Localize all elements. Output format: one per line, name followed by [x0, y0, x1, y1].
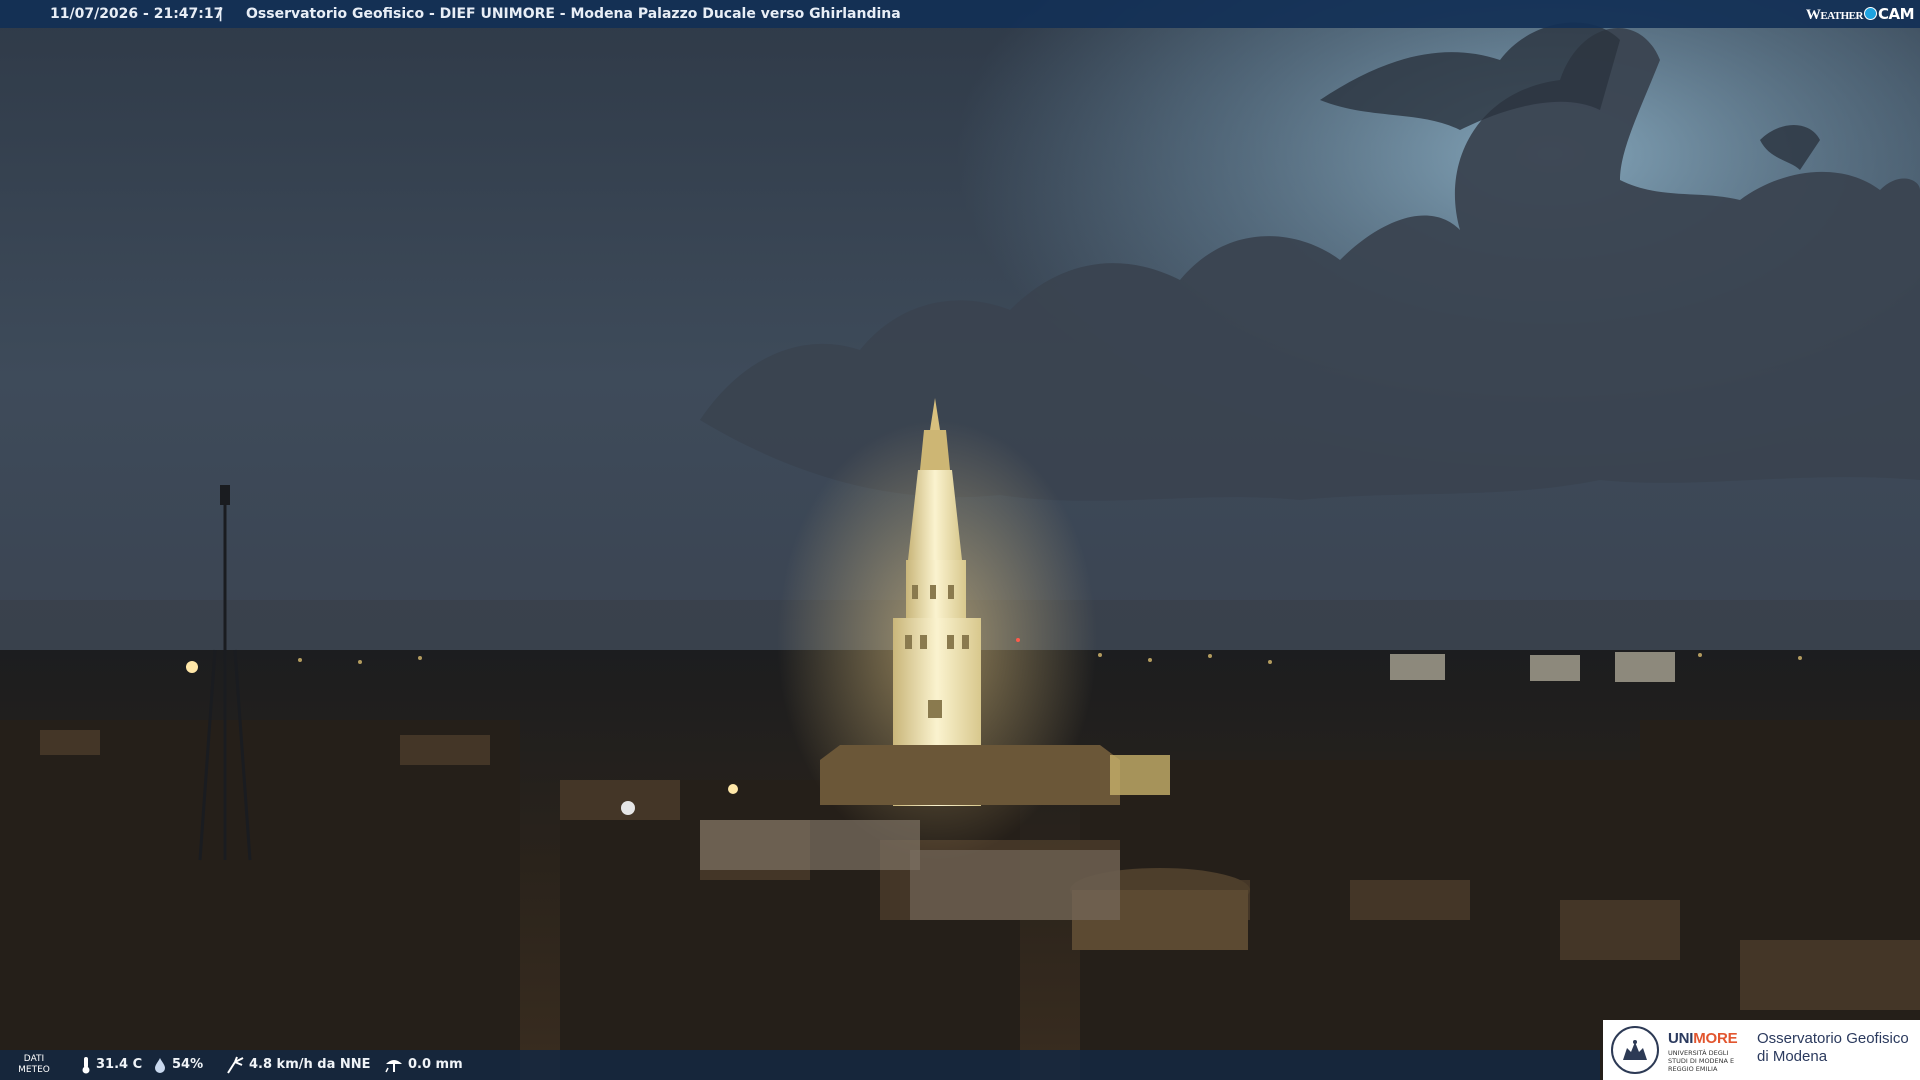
humidity-drop-icon	[155, 1058, 165, 1073]
temperature-reading: 31.4 C	[80, 1050, 142, 1080]
wind-reading: 4.8 km/h da NNE	[225, 1050, 371, 1080]
rain-gauge-icon	[385, 1060, 402, 1073]
unimore-logo: UNIMORE UNIVERSITÀ DEGLI STUDI DI MODENA…	[1603, 1020, 1920, 1080]
unimore-uni: UNI	[1668, 1030, 1694, 1047]
temperature-value: 31.4 C	[96, 1057, 143, 1072]
meteo-label-line1: DATI	[23, 1054, 45, 1064]
observatory-line2: di Modena	[1757, 1048, 1828, 1065]
top-info-bar: 11/07/2026 - 21:47:17 | Osservatorio Geo…	[0, 0, 1920, 28]
brand-cam-text: CAM	[1877, 5, 1915, 23]
brand-weather-text: Weather	[1805, 7, 1864, 23]
meteo-label-line2: METEO	[18, 1065, 50, 1075]
university-seal-icon	[1611, 1026, 1659, 1074]
thermometer-icon	[82, 1057, 90, 1074]
camera-title: Osservatorio Geofisico - DIEF UNIMORE - …	[246, 6, 901, 22]
rain-value: 0.0 mm	[408, 1057, 463, 1072]
wind-value: 4.8 km/h da NNE	[249, 1057, 371, 1072]
rain-reading: 0.0 mm	[384, 1050, 463, 1080]
humidity-reading: 54%	[152, 1050, 203, 1080]
unimore-wordmark: UNIMORE	[1668, 1030, 1738, 1047]
timestamp: 11/07/2026 - 21:47:17	[50, 6, 224, 22]
title-separator: |	[218, 6, 224, 22]
wind-icon	[227, 1056, 244, 1074]
unimore-more: MORE	[1693, 1030, 1738, 1047]
humidity-value: 54%	[172, 1057, 204, 1072]
webcam-image	[0, 0, 1920, 1080]
observatory-line1: Osservatorio Geofisico	[1757, 1030, 1909, 1047]
unimore-subtitle: UNIVERSITÀ DEGLI STUDI DI MODENA E REGGI…	[1668, 1049, 1735, 1073]
weathercam-logo: Weather CAM	[1805, 0, 1915, 28]
brand-dot-icon	[1863, 7, 1877, 20]
observatory-name: Osservatorio Geofisico di Modena	[1757, 1030, 1909, 1066]
meteo-label: DATI METEO	[0, 1050, 68, 1080]
